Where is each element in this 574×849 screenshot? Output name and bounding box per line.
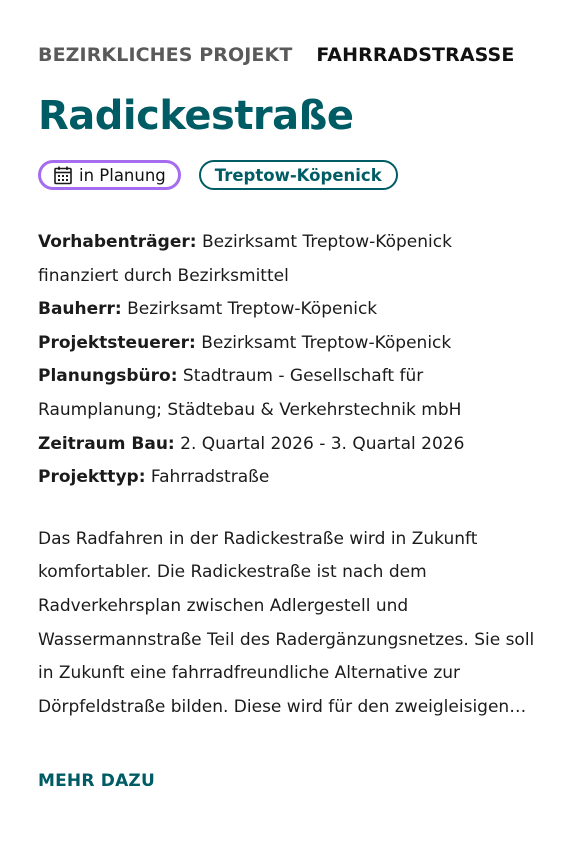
detail-value: 2. Quartal 2026 - 3. Quartal 2026	[180, 433, 465, 454]
project-title: Radickestraße	[38, 93, 354, 139]
project-badges: in Planung Treptow-Köpenick	[38, 158, 536, 192]
project-summary: Das Radfahren in der Radickestraße wird …	[38, 528, 535, 717]
project-category-label: FAHRRADSTRASSE	[316, 44, 515, 66]
detail-row-planungsbuero: Planungsbüro: Stadtraum - Gesellschaft f…	[38, 360, 536, 427]
detail-row-bauherr: Bauherr: Bezirksamt Treptow-Köpenick	[38, 293, 536, 327]
detail-key: Vorhabenträger:	[38, 232, 197, 252]
detail-row-zeitraum-bau: Zeitraum Bau: 2. Quartal 2026 - 3. Quart…	[38, 428, 536, 462]
district-badge[interactable]: Treptow-Köpenick	[198, 160, 398, 190]
detail-key: Projektsteuerer:	[38, 332, 196, 353]
detail-key: Zeitraum Bau:	[38, 433, 175, 454]
detail-value: Fahrradstraße	[150, 467, 270, 488]
status-badge: in Planung	[38, 160, 181, 190]
project-details: Vorhabenträger: Bezirksamt Treptow-Köpen…	[38, 226, 536, 495]
project-card: BEZIRKLICHES PROJEKT FAHRRADSTRASSE Radi…	[0, 0, 574, 849]
more-link[interactable]: MEHR DAZU	[38, 771, 155, 791]
detail-value: Bezirksamt Treptow-Köpenick	[201, 332, 452, 353]
detail-key: Projekttyp:	[38, 467, 146, 488]
project-type-label: BEZIRKLICHES PROJEKT	[38, 44, 293, 66]
detail-row-vorhabentraeger: Vorhabenträger: Bezirksamt Treptow-Köpen…	[38, 226, 536, 293]
detail-row-projekttyp: Projekttyp: Fahrradstraße	[38, 461, 536, 495]
detail-key: Bauherr:	[38, 299, 122, 320]
project-eyebrow: BEZIRKLICHES PROJEKT FAHRRADSTRASSE	[38, 40, 536, 70]
detail-row-projektsteuerer: Projektsteuerer: Bezirksamt Treptow-Köpe…	[38, 327, 536, 361]
calendar-icon	[53, 165, 73, 185]
detail-value: Bezirksamt Treptow-Köpenick	[127, 299, 378, 320]
detail-key: Planungsbüro:	[38, 366, 178, 387]
status-badge-label: in Planung	[79, 165, 166, 185]
